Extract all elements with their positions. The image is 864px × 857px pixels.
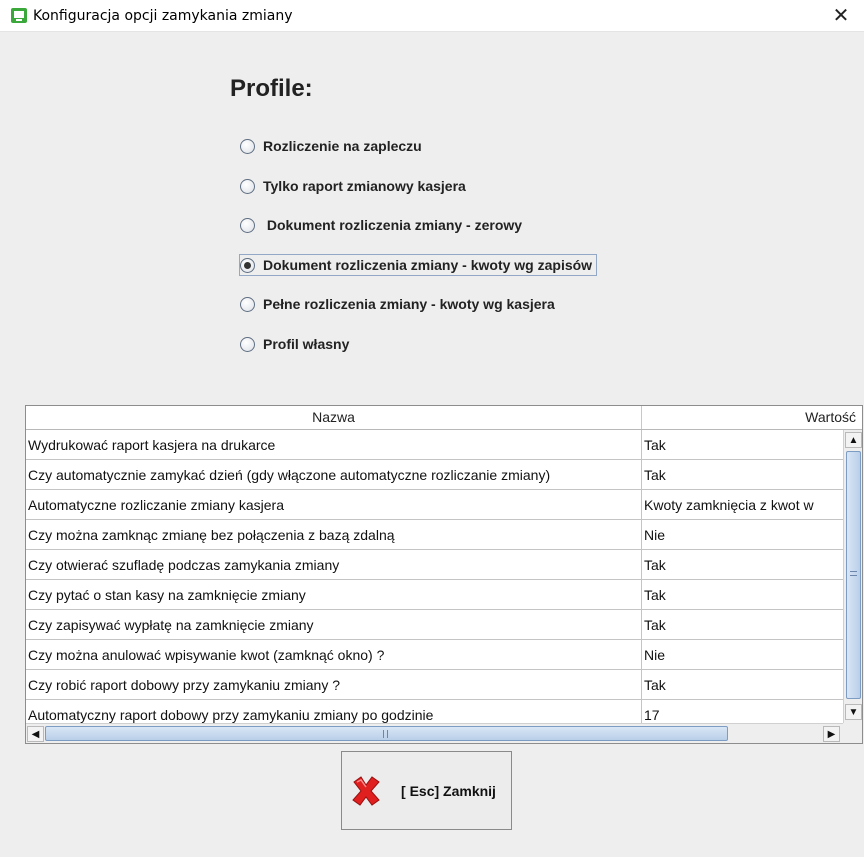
option-value-cell[interactable]: 17	[642, 700, 843, 723]
close-icon: ✕	[832, 5, 850, 27]
scroll-down-button[interactable]: ▼	[845, 704, 862, 720]
profiles-heading: Profile:	[230, 75, 313, 102]
option-name-cell: Czy zapisywać wypłatę na zamknięcie zmia…	[26, 610, 642, 640]
close-button[interactable]: [ Esc] Zamknij	[341, 751, 512, 830]
table-row[interactable]: Czy robić raport dobowy przy zamykaniu z…	[26, 670, 843, 700]
scroll-corner	[843, 723, 862, 743]
vertical-scrollbar[interactable]: ▲ ▼	[843, 430, 862, 723]
option-name-cell: Automatyczne rozliczanie zmiany kasjera	[26, 490, 642, 520]
option-name-cell: Automatyczny raport dobowy przy zamykani…	[26, 700, 642, 723]
grip-icon	[383, 730, 388, 738]
column-header-name[interactable]: Nazwa	[26, 406, 642, 429]
window-close-button[interactable]: ✕	[818, 0, 864, 31]
table-row[interactable]: Automatyczne rozliczanie zmiany kasjera K…	[26, 490, 843, 520]
column-header-value[interactable]: Wartość	[642, 406, 862, 429]
horizontal-scrollbar[interactable]: ◀ ▶	[26, 723, 843, 743]
option-value-cell[interactable]: Kwoty zamknięcia z kwot w	[642, 490, 843, 520]
profile-option-1[interactable]: Rozliczenie na zapleczu	[240, 135, 426, 157]
table-row[interactable]: Czy można zamknąc zmianę bez połączenia …	[26, 520, 843, 550]
profile-option-label: Dokument rozliczenia zmiany - zerowy	[263, 217, 523, 233]
arrow-left-icon: ◀	[31, 728, 40, 740]
profile-option-5[interactable]: Pełne rozliczenia zmiany - kwoty wg kasj…	[240, 293, 559, 315]
radio-button[interactable]	[240, 296, 255, 312]
radio-button[interactable]	[240, 257, 255, 273]
table-header: Nazwa Wartość	[26, 406, 862, 430]
option-name-cell: Czy można zamknąc zmianę bez połączenia …	[26, 520, 642, 550]
table-body: Wydrukować raport kasjera na drukarce Tak…	[26, 430, 843, 723]
option-value-cell[interactable]: Tak	[642, 430, 843, 460]
scroll-left-button[interactable]: ◀	[27, 726, 44, 742]
table-row[interactable]: Czy automatycznie zamykać dzień (gdy włą…	[26, 460, 843, 490]
table-row[interactable]: Czy otwierać szufladę podczas zamykania …	[26, 550, 843, 580]
option-name-cell: Czy automatycznie zamykać dzień (gdy włą…	[26, 460, 642, 490]
options-table: Nazwa Wartość Wydrukować raport kasjera …	[25, 405, 863, 744]
option-name-cell: Czy można anulować wpisywanie kwot (zamk…	[26, 640, 642, 670]
option-value-cell[interactable]: Tak	[642, 460, 843, 490]
title-bar: Konfiguracja opcji zamykania zmiany ✕	[0, 0, 864, 32]
close-button-label: [ Esc] Zamknij	[401, 782, 496, 799]
scroll-right-button[interactable]: ▶	[823, 726, 840, 742]
red-x-icon	[352, 775, 380, 806]
table-row[interactable]: Wydrukować raport kasjera na drukarce Tak	[26, 430, 843, 460]
profile-option-6[interactable]: Profil własny	[240, 333, 353, 355]
option-name-cell: Czy pytać o stan kasy na zamknięcie zmia…	[26, 580, 642, 610]
arrow-down-icon: ▼	[848, 706, 859, 718]
profile-option-2[interactable]: Tylko raport zmianowy kasjera	[240, 175, 470, 197]
radio-button[interactable]	[240, 217, 255, 233]
option-name-cell: Wydrukować raport kasjera na drukarce	[26, 430, 642, 460]
option-name-cell: Czy robić raport dobowy przy zamykaniu z…	[26, 670, 642, 700]
profile-option-label: Rozliczenie na zapleczu	[263, 138, 422, 154]
grip-icon	[850, 571, 857, 576]
table-row[interactable]: Czy można anulować wpisywanie kwot (zamk…	[26, 640, 843, 670]
arrow-up-icon: ▲	[848, 434, 859, 446]
radio-button[interactable]	[240, 336, 255, 352]
arrow-right-icon: ▶	[827, 728, 836, 740]
profile-option-label: Profil własny	[263, 336, 350, 352]
profile-option-3[interactable]: Dokument rozliczenia zmiany - zerowy	[240, 214, 526, 236]
option-name-cell: Czy otwierać szufladę podczas zamykania …	[26, 550, 642, 580]
app-window-icon	[11, 8, 27, 23]
radio-button[interactable]	[240, 178, 255, 194]
table-row[interactable]: Czy pytać o stan kasy na zamknięcie zmia…	[26, 580, 843, 610]
table-row[interactable]: Czy zapisywać wypłatę na zamknięcie zmia…	[26, 610, 843, 640]
option-value-cell[interactable]: Nie	[642, 640, 843, 670]
table-row[interactable]: Automatyczny raport dobowy przy zamykani…	[26, 700, 843, 723]
profile-option-4[interactable]: Dokument rozliczenia zmiany - kwoty wg z…	[239, 254, 598, 276]
vertical-scroll-thumb[interactable]	[846, 451, 861, 699]
horizontal-scroll-thumb[interactable]	[45, 726, 728, 741]
scroll-up-button[interactable]: ▲	[845, 432, 862, 448]
option-value-cell[interactable]: Tak	[642, 610, 843, 640]
radio-button[interactable]	[240, 138, 255, 154]
profile-option-label: Tylko raport zmianowy kasjera	[263, 178, 466, 194]
dialog-body: Profile: Rozliczenie na zapleczu Tylko ra…	[8, 32, 863, 857]
option-value-cell[interactable]: Tak	[642, 550, 843, 580]
window-title: Konfiguracja opcji zamykania zmiany	[33, 8, 293, 24]
option-value-cell[interactable]: Nie	[642, 520, 843, 550]
option-value-cell[interactable]: Tak	[642, 670, 843, 700]
profile-option-label: Pełne rozliczenia zmiany - kwoty wg kasj…	[263, 296, 555, 312]
option-value-cell[interactable]: Tak	[642, 580, 843, 610]
profile-option-label: Dokument rozliczenia zmiany - kwoty wg z…	[263, 257, 593, 273]
